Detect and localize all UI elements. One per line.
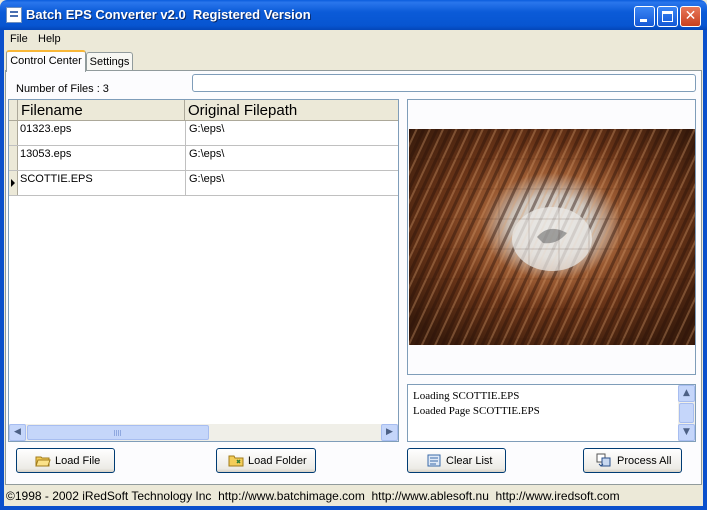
tab-control-center[interactable]: Control Center [6, 50, 86, 72]
load-file-button[interactable]: Load File [16, 448, 115, 473]
vertical-scrollbar[interactable]: ▲ ▼ [678, 385, 695, 441]
scroll-up-button[interactable]: ▲ [678, 385, 695, 402]
file-grid[interactable]: Filename Original Filepath 01323.eps G:\… [8, 99, 399, 442]
menu-file[interactable]: File [10, 33, 28, 45]
horizontal-scrollbar[interactable]: ◀ ▶ [9, 424, 398, 441]
number-of-files-label: Number of Files : 3 [16, 83, 109, 95]
header-corner [9, 100, 18, 121]
log-box[interactable]: Loading SCOTTIE.EPS Loaded Page SCOTTIE.… [407, 384, 696, 442]
progress-bar [192, 74, 696, 92]
folder-icon [228, 455, 244, 467]
close-button[interactable]: ✕ [680, 6, 701, 27]
menu-help[interactable]: Help [38, 33, 61, 45]
title-bar[interactable]: Batch EPS Converter v2.0 Registered Vers… [0, 0, 707, 30]
cell-filepath[interactable]: G:\eps\ [189, 148, 224, 160]
cell-filepath[interactable]: G:\eps\ [189, 123, 224, 135]
row-selector[interactable] [9, 146, 18, 170]
window-frame-right [703, 30, 707, 510]
tab-settings[interactable]: Settings [86, 52, 133, 72]
table-row[interactable]: SCOTTIE.EPS G:\eps\ [9, 171, 398, 196]
clear-list-button[interactable]: Clear List [407, 448, 506, 473]
log-line: Loading SCOTTIE.EPS [413, 390, 520, 402]
window-title: Batch EPS Converter v2.0 Registered Vers… [26, 7, 311, 22]
menu-bar: File Help [4, 30, 703, 49]
column-header-filename[interactable]: Filename [18, 100, 185, 121]
log-line: Loaded Page SCOTTIE.EPS [413, 405, 540, 417]
cell-filename[interactable]: 01323.eps [20, 123, 71, 135]
scroll-down-button[interactable]: ▼ [678, 424, 695, 441]
process-all-label: Process All [617, 455, 672, 467]
cell-filename[interactable]: 13053.eps [20, 148, 71, 160]
load-folder-button[interactable]: Load Folder [216, 448, 316, 473]
status-bar: ©1998 - 2002 iRedSoft Technology Inc htt… [6, 489, 620, 503]
app-icon[interactable] [6, 7, 22, 23]
close-icon: ✕ [684, 8, 697, 24]
row-selector[interactable] [9, 121, 18, 145]
row-selector[interactable] [9, 171, 18, 195]
preview-image-graphic [409, 129, 695, 345]
clear-list-icon [427, 454, 441, 467]
current-row-arrow-icon [11, 179, 15, 187]
cell-filepath[interactable]: G:\eps\ [189, 173, 224, 185]
scrollbar-thumb[interactable] [679, 403, 694, 423]
window-frame-left [0, 30, 4, 510]
maximize-button[interactable] [657, 6, 678, 27]
process-all-button[interactable]: Process All [583, 448, 682, 473]
maximize-icon [662, 11, 673, 22]
load-file-label: Load File [55, 455, 101, 467]
load-folder-label: Load Folder [248, 455, 307, 467]
open-folder-icon [35, 456, 51, 467]
minimize-icon [640, 19, 647, 22]
column-divider [185, 171, 186, 195]
column-divider [185, 146, 186, 170]
image-preview [407, 99, 696, 375]
clear-list-label: Clear List [446, 455, 493, 467]
scrollbar-thumb[interactable] [27, 425, 209, 440]
scroll-right-button[interactable]: ▶ [381, 424, 398, 441]
table-row[interactable]: 01323.eps G:\eps\ [9, 121, 398, 146]
column-header-original-filepath[interactable]: Original Filepath [185, 100, 398, 121]
grid-header: Filename Original Filepath [9, 100, 398, 121]
minimize-button[interactable] [634, 6, 655, 27]
preview-image [409, 129, 695, 345]
scroll-left-button[interactable]: ◀ [9, 424, 26, 441]
cell-filename[interactable]: SCOTTIE.EPS [20, 173, 93, 185]
process-icon [596, 453, 611, 467]
column-divider [185, 121, 186, 145]
grip-icon [114, 430, 122, 436]
table-row[interactable]: 13053.eps G:\eps\ [9, 146, 398, 171]
window-frame-bottom [0, 506, 707, 510]
